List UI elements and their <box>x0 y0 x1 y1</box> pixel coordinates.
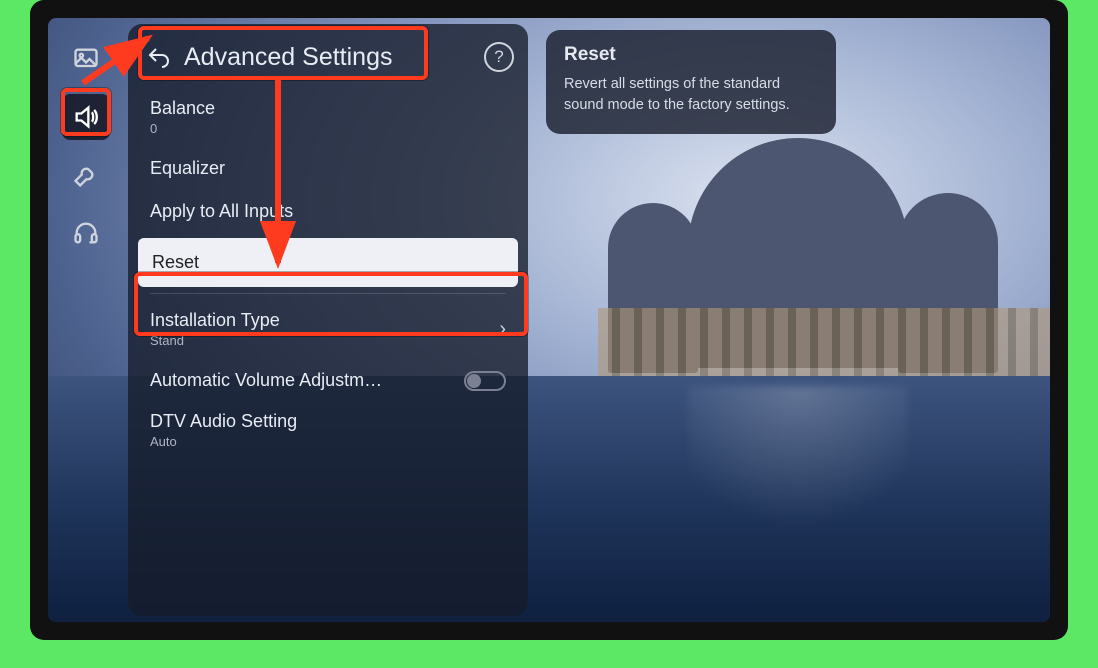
menu-item-value: 0 <box>150 121 215 136</box>
menu-item-label: Balance <box>150 98 215 118</box>
menu-item-apply-all[interactable]: Apply to All Inputs <box>128 189 528 232</box>
divider <box>150 293 506 294</box>
menu-item-dtv-audio[interactable]: DTV Audio Setting Auto <box>128 401 528 459</box>
toggle-auto-volume[interactable] <box>464 371 506 391</box>
tooltip-body: Revert all settings of the standard soun… <box>564 74 818 116</box>
menu-item-balance[interactable]: Balance 0 <box>128 88 528 146</box>
sound-icon <box>72 103 100 131</box>
settings-sidebar <box>58 36 114 256</box>
tv-frame: Advanced Settings ? Balance 0 Equalizer … <box>30 0 1068 640</box>
help-tooltip: Reset Revert all settings of the standar… <box>546 30 836 134</box>
menu-item-auto-volume[interactable]: Automatic Volume Adjustm… <box>128 358 528 401</box>
menu-item-label: Installation Type <box>150 310 280 330</box>
panel-title: Advanced Settings <box>184 43 484 72</box>
toggle-knob <box>467 374 481 388</box>
menu-item-label: DTV Audio Setting <box>150 411 297 431</box>
help-icon: ? <box>494 47 503 67</box>
tooltip-title: Reset <box>564 44 818 66</box>
menu-item-label: Automatic Volume Adjustm… <box>150 370 382 391</box>
menu-item-value: Auto <box>150 434 297 449</box>
sidebar-item-general[interactable] <box>62 152 110 198</box>
back-icon <box>147 45 171 69</box>
headset-icon <box>72 219 100 247</box>
menu-item-label: Equalizer <box>150 158 225 179</box>
panel-header: Advanced Settings ? <box>128 34 528 88</box>
wrench-icon <box>72 161 100 189</box>
back-button[interactable] <box>142 40 176 74</box>
settings-panel: Advanced Settings ? Balance 0 Equalizer … <box>128 24 528 616</box>
menu-item-equalizer[interactable]: Equalizer <box>128 146 528 189</box>
menu-item-label: Reset <box>152 252 199 273</box>
sidebar-item-picture[interactable] <box>62 36 110 82</box>
menu-item-reset[interactable]: Reset <box>138 238 518 287</box>
menu-item-installation-type[interactable]: Installation Type Stand › <box>128 300 528 358</box>
menu-item-value: Stand <box>150 333 280 348</box>
tv-screen: Advanced Settings ? Balance 0 Equalizer … <box>48 18 1050 622</box>
sidebar-item-sound[interactable] <box>62 94 110 140</box>
sidebar-item-support[interactable] <box>62 210 110 256</box>
wallpaper-reflection <box>688 386 908 556</box>
help-button[interactable]: ? <box>484 42 514 72</box>
picture-icon <box>72 45 100 73</box>
chevron-right-icon: › <box>499 318 506 341</box>
menu-item-label: Apply to All Inputs <box>150 201 293 222</box>
